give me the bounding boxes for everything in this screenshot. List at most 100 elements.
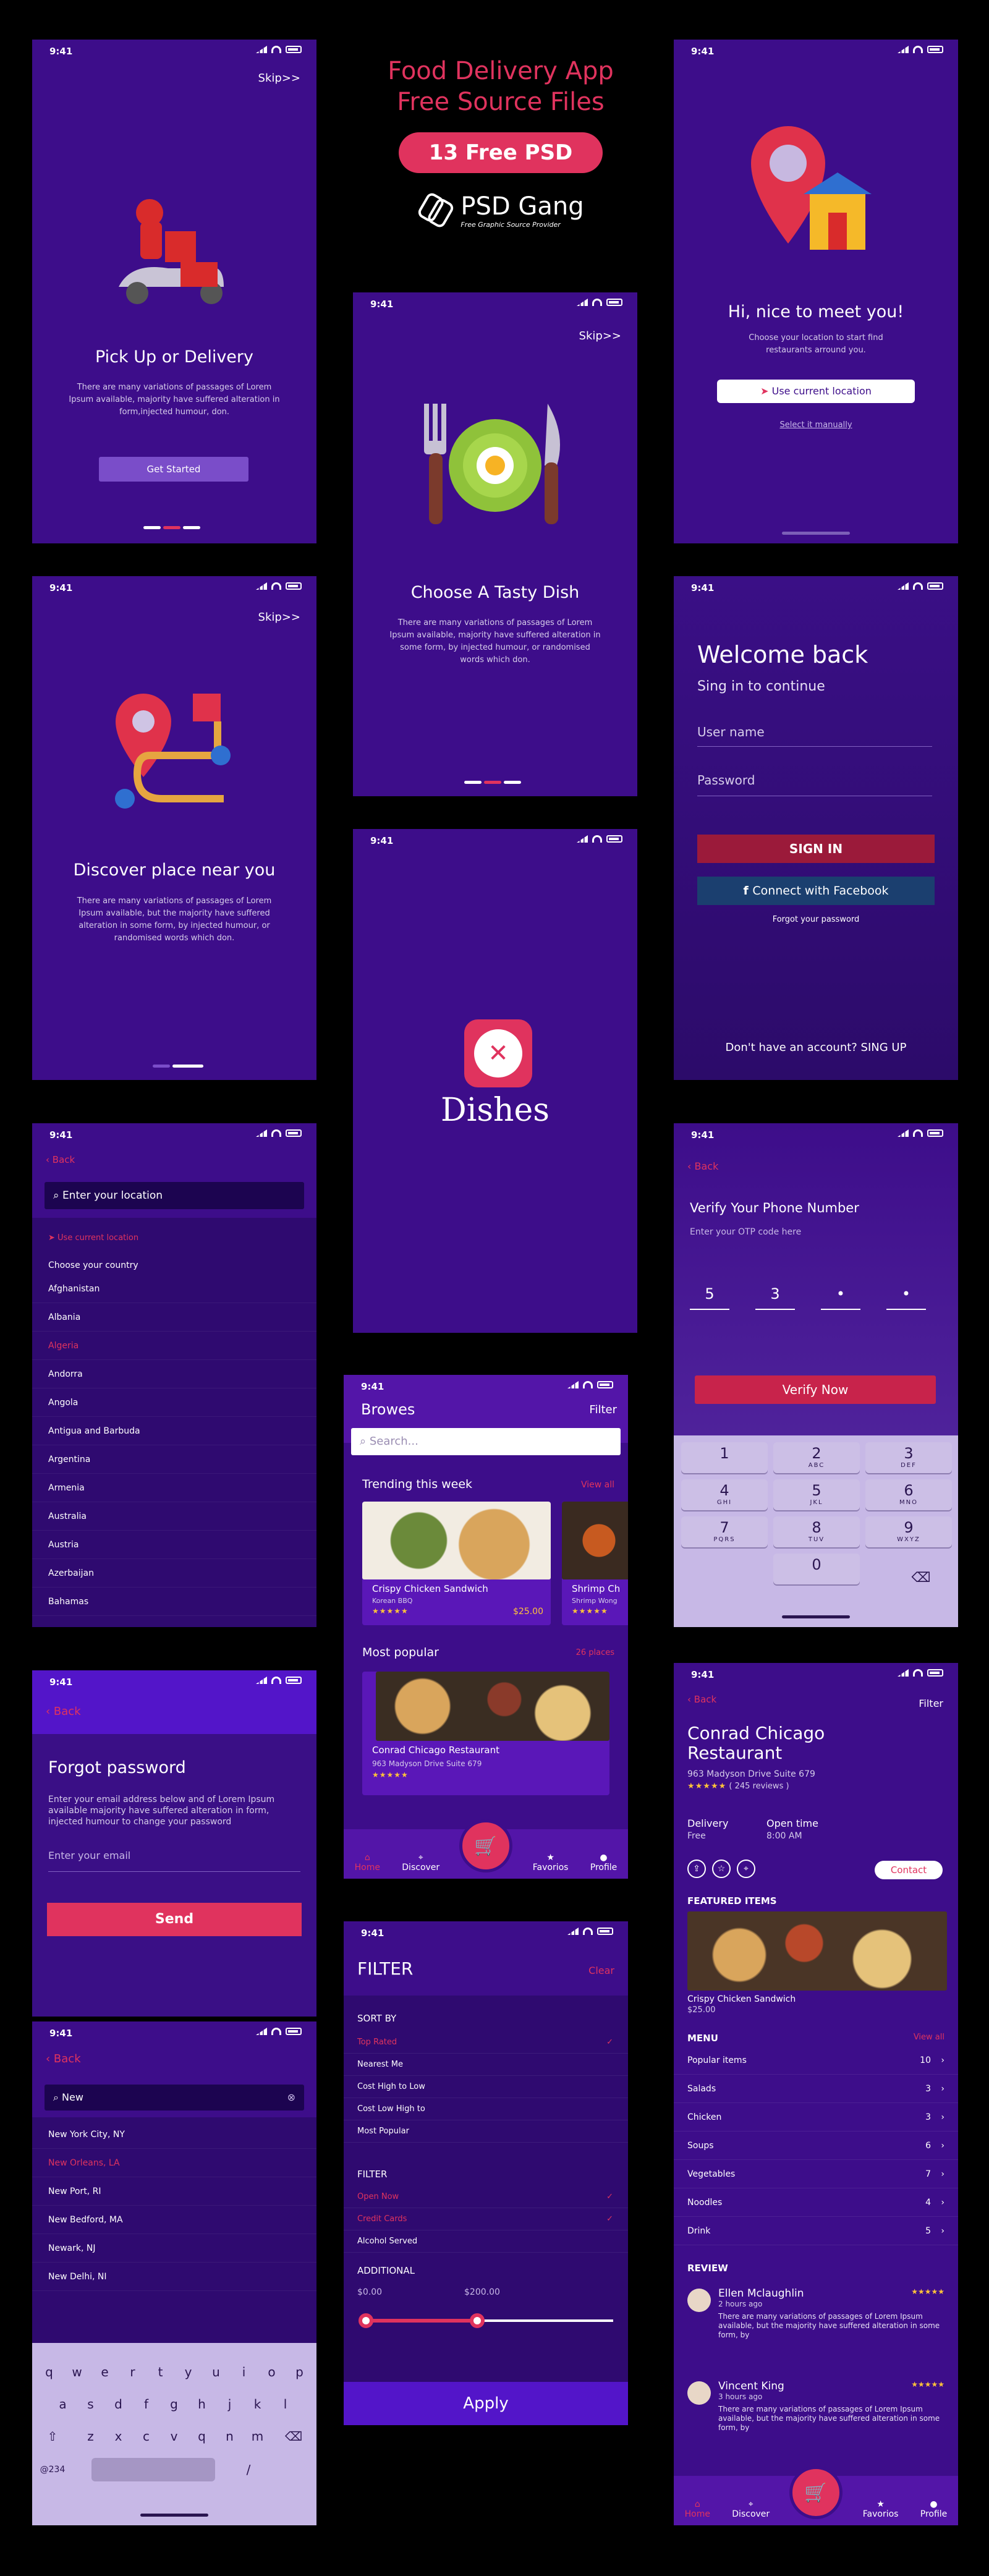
otp-digit[interactable]: •	[886, 1285, 926, 1310]
skip-link[interactable]: Skip>>	[579, 329, 621, 342]
location-icon[interactable]: ⌖	[737, 1860, 755, 1878]
keyboard-key[interactable]: n	[218, 2425, 242, 2448]
keyboard-key[interactable]: y	[176, 2360, 200, 2384]
keypad-key[interactable]: 9 WXYZ	[865, 1516, 952, 1547]
cart-button[interactable]: 🛒	[789, 2466, 843, 2519]
use-current-location[interactable]: ➤ Use current location	[48, 1233, 138, 1243]
backspace-key[interactable]: ⌫	[896, 1566, 946, 1591]
otp-digit[interactable]: 5	[690, 1285, 729, 1310]
skip-link[interactable]: Skip>>	[258, 611, 300, 624]
keyboard-key[interactable]: e	[93, 2360, 117, 2384]
tab-discover[interactable]: ⌖ Discover	[732, 2499, 770, 2519]
sort-option[interactable]: Cost Low High to	[344, 2098, 628, 2120]
filter-option[interactable]: Credit Cards ✓	[344, 2208, 628, 2230]
list-item[interactable]: Azerbaijan	[32, 1559, 316, 1588]
send-button[interactable]: Send	[47, 1903, 302, 1936]
sort-option[interactable]: Nearest Me	[344, 2054, 628, 2076]
email-input[interactable]: Enter your email	[48, 1850, 300, 1872]
restaurant-card[interactable]: Conrad Chicago Restaurant 963 Madyson Dr…	[362, 1672, 609, 1795]
sort-option[interactable]: Most Popular	[344, 2120, 628, 2143]
price-slider-max-handle[interactable]	[470, 2313, 485, 2328]
keypad-key[interactable]: 2 ABC	[773, 1442, 860, 1473]
filter-option[interactable]: Open Now ✓	[344, 2186, 628, 2208]
list-item[interactable]: Albania	[32, 1303, 316, 1332]
sort-option[interactable]: Top Rated ✓	[344, 2031, 628, 2054]
tab-home[interactable]: ⌂ Home	[685, 2499, 710, 2519]
back-button[interactable]: ‹ Back	[687, 1694, 716, 1705]
search-input[interactable]: ⌕ Search...	[351, 1428, 621, 1455]
keypad-key[interactable]: 4 GHI	[681, 1479, 768, 1510]
tab-favorites[interactable]: ★ Favorios	[533, 1853, 569, 1872]
filter-button[interactable]: Filter	[589, 1403, 617, 1416]
password-input[interactable]: Password	[697, 773, 932, 796]
keyboard-key[interactable]: i	[232, 2360, 256, 2384]
back-button[interactable]: ‹ Back	[46, 2052, 81, 2065]
cart-button[interactable]: 🛒	[459, 1819, 512, 1872]
menu-item[interactable]: Soups 6 ›	[674, 2132, 958, 2160]
city-search-input[interactable]: ⌕ New ⊗	[45, 2085, 304, 2111]
keyboard-key[interactable]: a	[51, 2392, 75, 2416]
keyboard-key[interactable]: h	[190, 2392, 214, 2416]
forgot-password-link[interactable]: Forgot your password	[674, 915, 958, 924]
clear-button[interactable]: Clear	[588, 1965, 614, 1976]
list-item[interactable]: New York City, NY	[32, 2120, 316, 2149]
list-item[interactable]: Bahamas	[32, 1588, 316, 1616]
backspace-key[interactable]: ⌫	[278, 2425, 309, 2448]
keypad-key[interactable]: 1	[681, 1442, 768, 1473]
keyboard-key[interactable]: w	[65, 2360, 89, 2384]
facebook-button[interactable]: f Connect with Facebook	[697, 877, 935, 905]
menu-item[interactable]: Noodles 4 ›	[674, 2188, 958, 2217]
back-button[interactable]: ‹ Back	[46, 1154, 75, 1165]
tab-discover[interactable]: ⌖ Discover	[402, 1853, 439, 1872]
share-icon[interactable]: ⇪	[687, 1860, 706, 1878]
slash-key[interactable]: /	[236, 2458, 261, 2481]
tab-home[interactable]: ⌂ Home	[355, 1853, 380, 1872]
list-item[interactable]: Newark, NJ	[32, 2234, 316, 2263]
keyboard-key[interactable]: g	[162, 2392, 186, 2416]
keyboard-key[interactable]: c	[134, 2425, 158, 2448]
sign-in-button[interactable]: SIGN IN	[697, 835, 935, 863]
list-item[interactable]: Austria	[32, 1531, 316, 1559]
filter-button[interactable]: Filter	[919, 1698, 943, 1709]
keyboard-key[interactable]: u	[204, 2360, 228, 2384]
use-current-location-button[interactable]: ➤ Use current location	[717, 380, 915, 403]
price-slider-min-handle[interactable]	[359, 2313, 373, 2328]
keypad-key[interactable]: 8 TUV	[773, 1516, 860, 1547]
keyboard-key[interactable]: o	[260, 2360, 284, 2384]
keypad-key[interactable]: 5 JKL	[773, 1479, 860, 1510]
filter-option[interactable]: Alcohol Served	[344, 2230, 628, 2253]
otp-digit[interactable]: 3	[755, 1285, 795, 1310]
keyboard-key[interactable]: r	[121, 2360, 145, 2384]
list-item[interactable]: New Port, RI	[32, 2177, 316, 2206]
keyboard-key[interactable]: z	[79, 2425, 103, 2448]
menu-item[interactable]: Vegetables 7 ›	[674, 2160, 958, 2188]
keyboard-key[interactable]: q	[37, 2360, 61, 2384]
keypad-key[interactable]: 0	[773, 1554, 860, 1584]
trending-view-all[interactable]: View all	[581, 1480, 614, 1490]
shift-key[interactable]: ⇧	[37, 2425, 68, 2448]
keyboard-key[interactable]: f	[134, 2392, 158, 2416]
tab-profile[interactable]: ● Profile	[590, 1853, 618, 1872]
sort-option[interactable]: Cost High to Low	[344, 2076, 628, 2098]
menu-item[interactable]: Salads 3 ›	[674, 2075, 958, 2103]
keypad-key[interactable]: 7 PQRS	[681, 1516, 768, 1547]
menu-item[interactable]: Popular items 10 ›	[674, 2046, 958, 2075]
keyboard-key[interactable]: m	[245, 2425, 270, 2448]
back-button[interactable]: ‹ Back	[687, 1160, 718, 1172]
keyboard-key[interactable]: q	[190, 2425, 214, 2448]
space-key[interactable]	[91, 2458, 215, 2481]
tab-profile[interactable]: ● Profile	[920, 2499, 948, 2519]
tab-favorites[interactable]: ★ Favorios	[863, 2499, 899, 2519]
list-item[interactable]: Argentina	[32, 1445, 316, 1474]
keyboard-key[interactable]: l	[273, 2392, 297, 2416]
contact-button[interactable]: Contact	[875, 1861, 943, 1879]
keyboard-key[interactable]: d	[106, 2392, 130, 2416]
otp-digit[interactable]: •	[821, 1285, 860, 1310]
food-card[interactable]: Shrimp Ch Shrimp Wong ★★★★★	[562, 1502, 628, 1625]
food-card[interactable]: Crispy Chicken Sandwich Korean BBQ ★★★★★…	[362, 1502, 551, 1625]
favorite-icon[interactable]: ☆	[712, 1860, 731, 1878]
keypad-key[interactable]: 6 MNO	[865, 1479, 952, 1510]
username-input[interactable]: User name	[697, 725, 932, 747]
list-item[interactable]: Armenia	[32, 1474, 316, 1502]
keyboard-key[interactable]: v	[162, 2425, 186, 2448]
